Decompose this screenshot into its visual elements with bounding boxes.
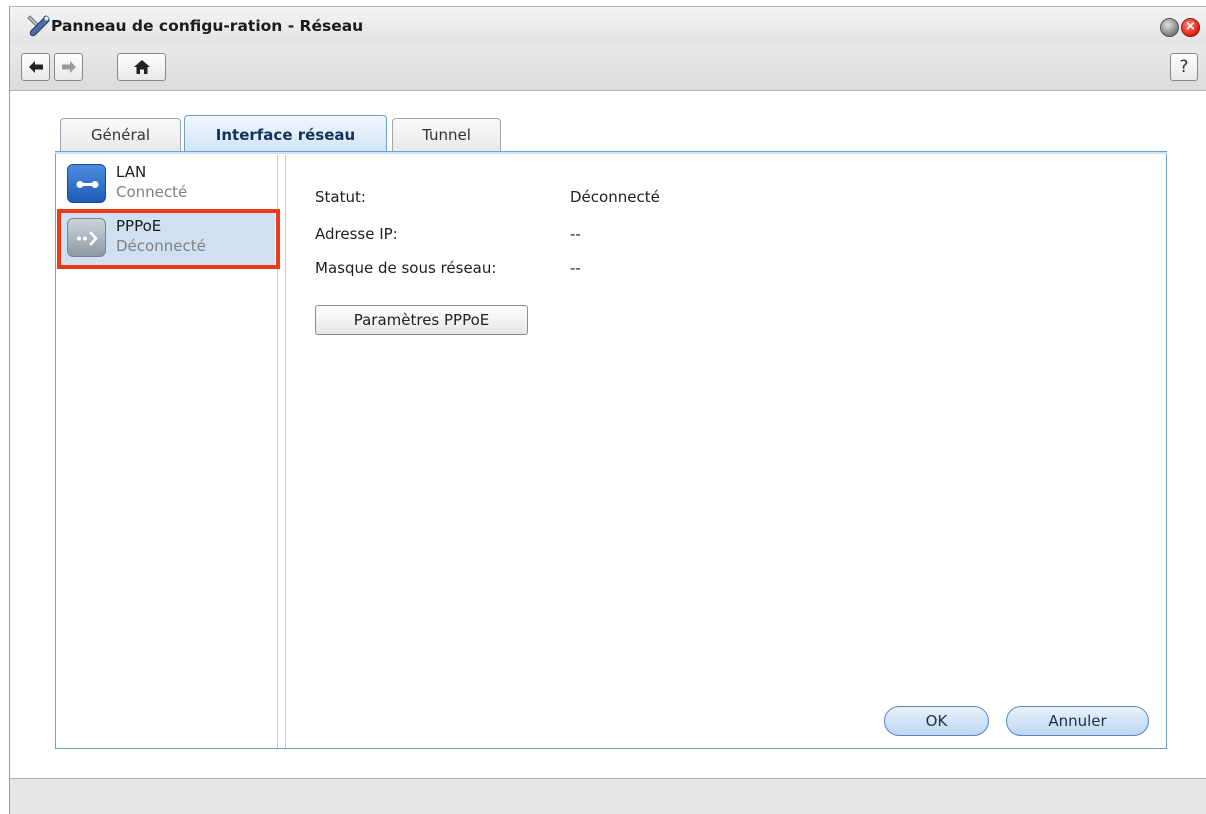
subnet-mask-label: Masque de sous réseau: — [315, 259, 497, 277]
window-title: Panneau de configu-ration - Réseau — [51, 17, 364, 35]
cancel-button[interactable]: Annuler — [1006, 706, 1149, 736]
status-bar — [10, 778, 1206, 814]
arrow-right-icon — [61, 60, 77, 74]
pppoe-settings-button[interactable]: Paramètres PPPoE — [315, 305, 528, 335]
arrow-left-icon — [28, 60, 44, 74]
interface-status: Connecté — [116, 183, 188, 201]
home-button[interactable] — [117, 53, 166, 81]
home-icon — [133, 59, 151, 75]
help-button[interactable]: ? — [1170, 53, 1198, 81]
interface-item-lan[interactable]: LAN Connecté — [60, 158, 275, 212]
back-button[interactable] — [21, 53, 50, 81]
panel-divider — [285, 155, 286, 748]
tab-network-interface[interactable]: Interface réseau — [184, 115, 387, 153]
tab-tunnel[interactable]: Tunnel — [392, 118, 501, 151]
lan-icon — [67, 164, 106, 203]
minimize-icon[interactable] — [1160, 18, 1179, 37]
status-value: Déconnecté — [570, 188, 660, 206]
control-panel-window: Panneau de configu-ration - Réseau × ? G… — [0, 0, 1206, 814]
ip-address-value: -- — [570, 225, 581, 243]
toolbar: ? — [10, 45, 1206, 91]
status-label: Statut: — [315, 188, 366, 206]
title-bar[interactable]: Panneau de configu-ration - Réseau × — [10, 7, 1206, 45]
interface-name: LAN — [116, 163, 147, 181]
ok-button[interactable]: OK — [884, 706, 989, 736]
tab-general[interactable]: Général — [60, 118, 181, 151]
wrench-screwdriver-icon — [26, 13, 52, 39]
close-icon[interactable]: × — [1181, 18, 1200, 37]
ip-address-label: Adresse IP: — [315, 225, 398, 243]
forward-button[interactable] — [54, 53, 83, 81]
selection-highlight — [57, 209, 280, 269]
subnet-mask-value: -- — [570, 259, 581, 277]
